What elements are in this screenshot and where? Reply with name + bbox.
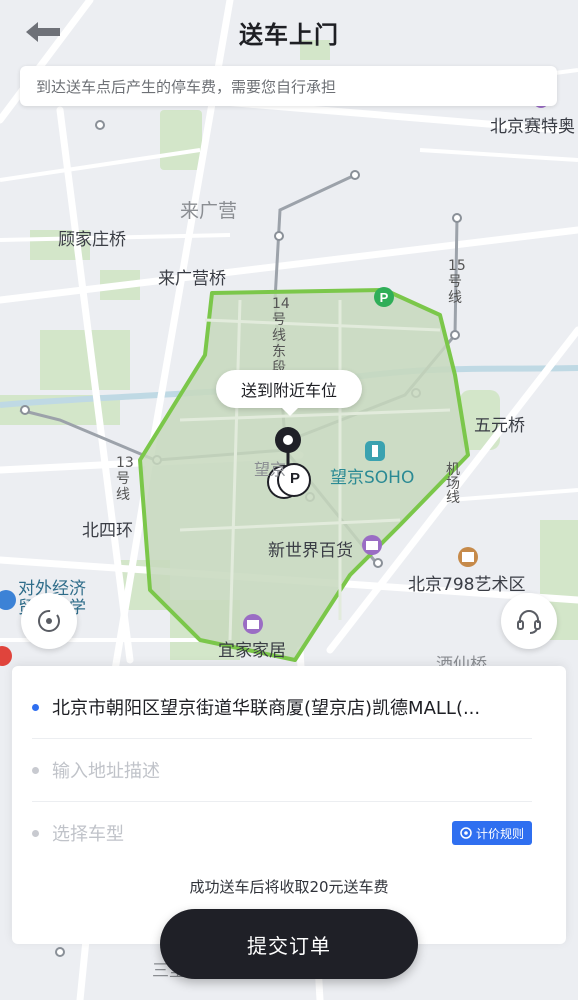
map-label: 新世界百货 <box>268 541 353 561</box>
map-label: 北京赛特奥 <box>490 117 575 137</box>
status-dot <box>32 766 39 774</box>
header: 送车上门 <box>0 0 578 64</box>
map-label: 14号线东段 <box>272 296 290 376</box>
info-circle-icon <box>460 827 472 839</box>
car-type-placeholder: 选择车型 <box>52 824 124 845</box>
arrow-left-icon <box>26 22 60 42</box>
map-label: 机场线 <box>446 462 460 506</box>
address-detail-field[interactable]: 输入地址描述 <box>32 739 532 802</box>
map-label: 北四环 <box>82 521 133 541</box>
order-form: 北京市朝阳区望京街道华联商厦(望京店)凯德MALL(... 输入地址描述 选择车… <box>12 666 566 944</box>
address-text: 北京市朝阳区望京街道华联商厦(望京店)凯德MALL(... <box>52 698 481 719</box>
map-label: 望京SOHO <box>330 468 415 488</box>
status-dot <box>32 829 39 837</box>
map-label: 来广营桥 <box>158 269 226 289</box>
parking-letter: P <box>289 470 300 487</box>
locate-button[interactable] <box>21 593 77 649</box>
map-label: 15号线 <box>448 258 466 306</box>
car-type-selector[interactable]: 选择车型 计价规则 <box>32 802 532 864</box>
map-label: 五元桥 <box>474 416 525 436</box>
map-label: 来广营 <box>180 200 238 222</box>
customer-service-button[interactable] <box>501 593 557 649</box>
pricing-rule-label: 计价规则 <box>475 826 524 841</box>
map-label: 宜家家居 <box>218 641 286 661</box>
map-label: 北京798艺术区 <box>408 575 526 595</box>
map-label: 13号线 <box>116 455 134 503</box>
locate-icon <box>38 610 60 632</box>
back-button[interactable] <box>20 18 66 46</box>
submit-order-button[interactable]: 提交订单 <box>160 909 418 979</box>
address-row[interactable]: 北京市朝阳区望京街道华联商厦(望京店)凯德MALL(... <box>32 676 532 739</box>
address-detail-placeholder: 输入地址描述 <box>52 761 160 782</box>
parking-fee-notice: 到达送车点后产生的停车费，需要您自行承担 <box>20 66 557 106</box>
pricing-rule-button[interactable]: 计价规则 <box>451 821 532 845</box>
headset-icon <box>517 610 541 634</box>
svg-text:P: P <box>380 290 389 305</box>
map-label: 望京 <box>254 460 287 479</box>
status-dot <box>32 703 39 711</box>
page-title: 送车上门 <box>239 20 339 49</box>
map-label: 顾家庄桥 <box>58 230 126 250</box>
pin-tooltip[interactable]: 送到附近车位 <box>216 370 362 416</box>
fee-note: 成功送车后将收取20元送车费 <box>189 878 389 896</box>
